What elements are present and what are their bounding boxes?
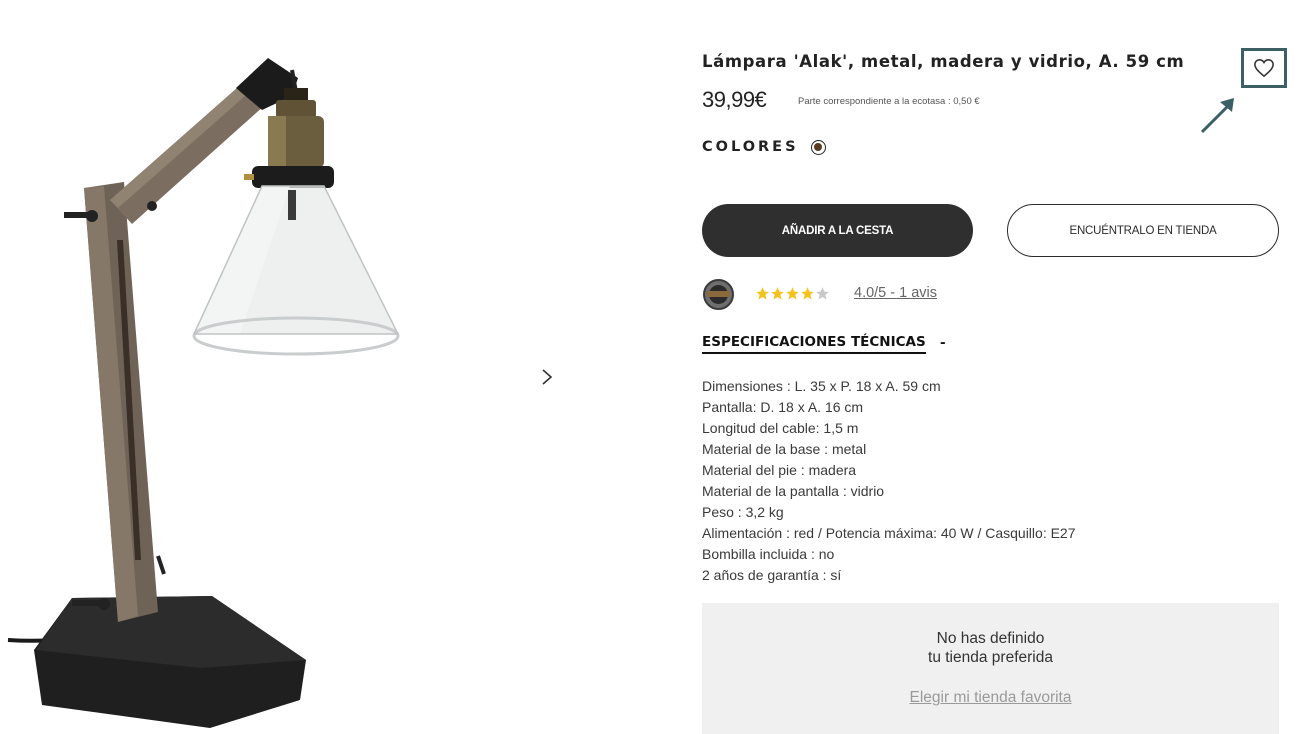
no-store-line1: No has definido	[936, 630, 1045, 647]
spec-item: 2 años de garantía : sí	[702, 567, 842, 583]
choose-store-link[interactable]: Elegir mi tienda favorita	[702, 689, 1279, 707]
verified-reviews-badge-icon[interactable]	[703, 279, 734, 310]
product-price: 39,99€	[702, 87, 767, 112]
star-icon	[786, 287, 799, 300]
ecotax-note: Parte correspondiente a la ecotasa : 0,5…	[798, 96, 980, 107]
spec-item: Material de la pantalla : vidrio	[702, 483, 885, 499]
add-to-favorites-button[interactable]	[1241, 48, 1287, 88]
specs-list: Dimensiones : L. 35 x P. 18 x A. 59 cm P…	[702, 376, 1076, 586]
spec-item: Material de la base : metal	[702, 441, 867, 457]
lamp-illustration	[7, 58, 400, 728]
spec-item: Bombilla incluida : no	[702, 546, 835, 562]
add-to-cart-button[interactable]: AÑADIR A LA CESTA	[702, 204, 973, 257]
spec-item: Dimensiones : L. 35 x P. 18 x A. 59 cm	[702, 378, 941, 394]
preferred-store-panel: No has definido tu tienda preferida Eleg…	[702, 603, 1279, 734]
specs-collapse-toggle[interactable]: -	[940, 335, 946, 351]
product-image	[0, 0, 600, 734]
spec-item: Material del pie : madera	[702, 462, 857, 478]
star-icon	[816, 287, 829, 300]
chevron-right-icon	[542, 369, 553, 385]
star-icon	[771, 287, 784, 300]
annotation-arrow-icon	[1200, 98, 1234, 134]
color-swatch-brown[interactable]	[811, 140, 826, 155]
no-store-message: No has definido tu tienda preferida	[702, 629, 1279, 667]
specs-heading[interactable]: ESPECIFICACIONES TÉCNICAS	[702, 334, 926, 354]
no-store-line2: tu tienda preferida	[928, 649, 1053, 666]
next-image-arrow[interactable]	[540, 368, 564, 396]
swatch-dot	[814, 143, 822, 151]
product-title: Lámpara 'Alak', metal, madera y vidrio, …	[702, 52, 1185, 71]
star-icon	[756, 287, 769, 300]
rating-link[interactable]: 4.0/5 - 1 avis	[854, 285, 937, 301]
colors-label: COLORES	[702, 139, 799, 155]
star-icon	[801, 287, 814, 300]
rating-stars	[755, 286, 830, 302]
spec-item: Longitud del cable: 1,5 m	[702, 420, 859, 436]
badge-band	[707, 291, 730, 297]
heart-icon	[1254, 59, 1274, 78]
spec-item: Pantalla: D. 18 x A. 16 cm	[702, 399, 864, 415]
spec-item: Peso : 3,2 kg	[702, 504, 784, 520]
spec-item: Alimentación : red / Potencia máxima: 40…	[702, 525, 1076, 541]
find-in-store-button[interactable]: ENCUÉNTRALO EN TIENDA	[1007, 204, 1279, 257]
